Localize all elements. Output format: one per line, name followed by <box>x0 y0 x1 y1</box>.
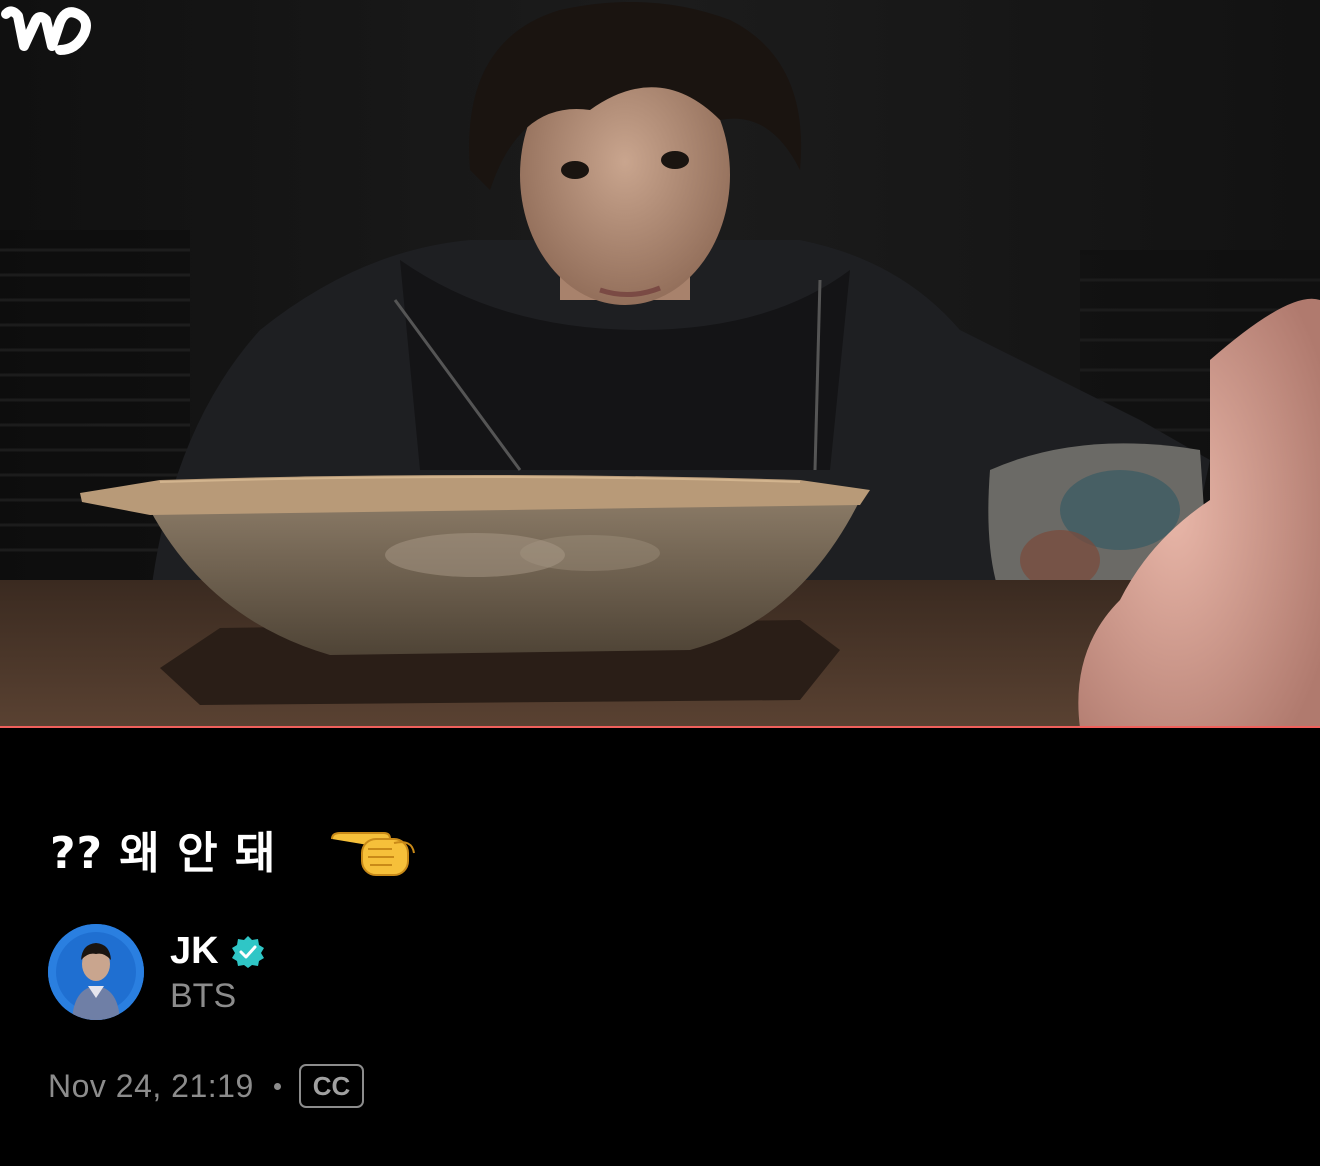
post-caption: ?? 왜 안 돼 <box>50 828 277 879</box>
author-name-line: JK <box>170 929 265 975</box>
video-frame <box>0 0 1320 728</box>
avatar[interactable] <box>48 924 144 1020</box>
author-name[interactable]: JK <box>170 930 219 973</box>
video-progress-bar[interactable] <box>0 726 1320 728</box>
weverse-w-icon <box>1 6 91 55</box>
separator-dot <box>273 1082 281 1090</box>
post-timestamp: Nov 24, 21:19 <box>48 1067 254 1104</box>
author-meta: JK BTS <box>170 929 265 1016</box>
video-player[interactable] <box>0 0 1320 728</box>
backhand-index-pointing-right-emoji <box>331 832 416 876</box>
closed-captions-button[interactable]: CC <box>298 1064 365 1108</box>
avatar-image <box>48 924 144 1020</box>
live-replay-screen: ?? 왜 안 돼 JK BTS Nov 24, 21:19 CC <box>0 0 1320 1166</box>
post-caption-row: ?? 왜 안 돼 <box>50 814 420 884</box>
post-meta-row: Nov 24, 21:19 CC <box>48 1062 365 1110</box>
author-row[interactable]: JK BTS <box>48 922 265 1022</box>
author-group: BTS <box>170 976 237 1015</box>
video-progress-fill <box>0 726 1320 728</box>
verified-badge-icon <box>231 935 264 968</box>
